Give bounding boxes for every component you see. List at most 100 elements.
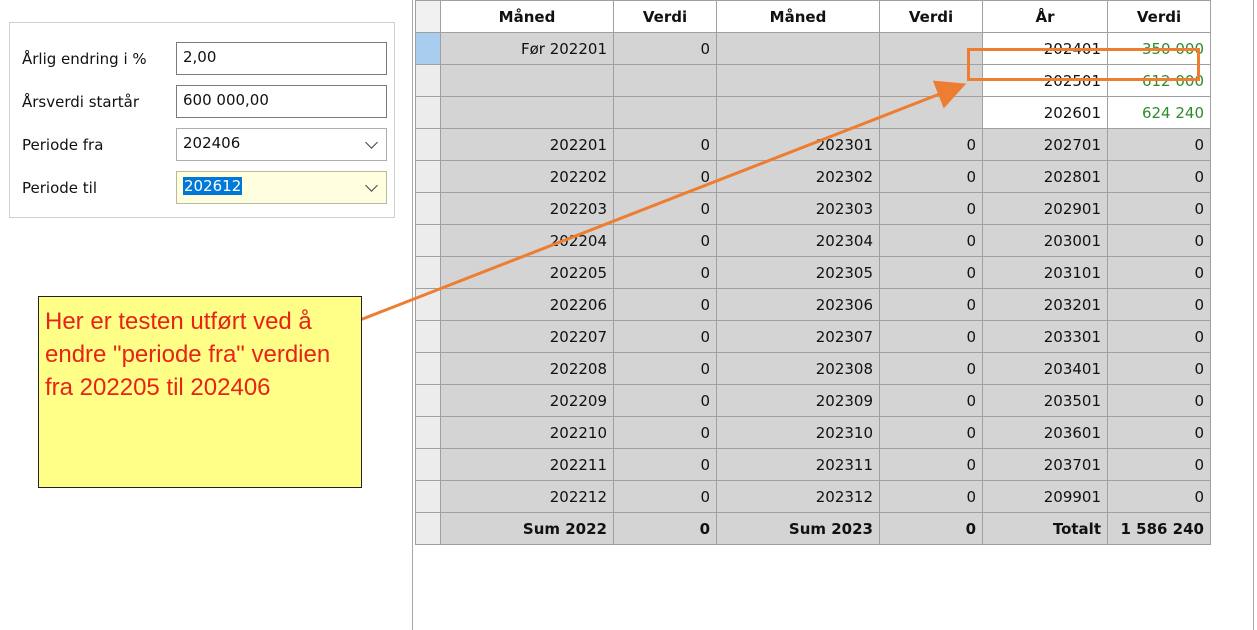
cell-value-1[interactable]: 0 <box>613 480 717 513</box>
cell-value-1[interactable]: 0 <box>613 192 717 225</box>
cell-value-3[interactable]: 0 <box>1107 384 1211 417</box>
cell-month-2[interactable]: 202301 <box>716 128 880 161</box>
cell-value-3[interactable]: 0 <box>1107 192 1211 225</box>
table-row[interactable]: 202202 0 202302 0 202801 0 <box>415 160 1211 193</box>
cell-value-2[interactable]: 0 <box>879 320 983 353</box>
cell-value-3[interactable]: 0 <box>1107 128 1211 161</box>
cell-month-2[interactable]: 202310 <box>716 416 880 449</box>
cell-month-2[interactable]: 202308 <box>716 352 880 385</box>
cell-month-1[interactable] <box>440 64 614 97</box>
row-header[interactable] <box>415 384 441 417</box>
cell-month-1[interactable]: 202205 <box>440 256 614 289</box>
cell-month-2[interactable]: 202305 <box>716 256 880 289</box>
cell-month-1[interactable]: 202209 <box>440 384 614 417</box>
table-row[interactable]: 202601 624 240 <box>415 96 1211 129</box>
cell-month-1[interactable] <box>440 96 614 129</box>
row-header[interactable] <box>415 288 441 321</box>
cell-month-1[interactable]: 202203 <box>440 192 614 225</box>
row-header[interactable] <box>415 64 441 97</box>
table-row[interactable]: 202206 0 202306 0 203201 0 <box>415 288 1211 321</box>
cell-year[interactable]: 202701 <box>982 128 1108 161</box>
period-from-select[interactable]: 202406 <box>176 128 387 161</box>
cell-value-3[interactable]: 0 <box>1107 480 1211 513</box>
cell-year[interactable]: 203601 <box>982 416 1108 449</box>
cell-month-1[interactable]: 202206 <box>440 288 614 321</box>
cell-value-3[interactable]: 0 <box>1107 256 1211 289</box>
cell-value-3[interactable]: 0 <box>1107 448 1211 481</box>
cell-value-1[interactable]: 0 <box>613 224 717 257</box>
cell-value-2[interactable]: 0 <box>879 384 983 417</box>
cell-month-2[interactable] <box>716 32 880 65</box>
cell-month-2[interactable]: 202302 <box>716 160 880 193</box>
cell-month-2[interactable] <box>716 64 880 97</box>
cell-month-2[interactable] <box>716 96 880 129</box>
data-grid[interactable]: Måned Verdi Måned Verdi År Verdi Før 202… <box>415 0 1211 545</box>
cell-value-2[interactable]: 0 <box>879 288 983 321</box>
cell-value-2[interactable] <box>879 96 983 129</box>
table-row[interactable]: 202209 0 202309 0 203501 0 <box>415 384 1211 417</box>
cell-value-2[interactable]: 0 <box>879 192 983 225</box>
col-header-month-1[interactable]: Måned <box>440 0 614 33</box>
cell-month-1[interactable]: 202208 <box>440 352 614 385</box>
cell-month-1[interactable]: 202210 <box>440 416 614 449</box>
row-header[interactable] <box>415 32 441 65</box>
cell-month-1[interactable]: 202202 <box>440 160 614 193</box>
cell-value-2[interactable]: 0 <box>879 128 983 161</box>
table-row[interactable]: 202212 0 202312 0 209901 0 <box>415 480 1211 513</box>
cell-year[interactable]: 209901 <box>982 480 1108 513</box>
period-to-select[interactable]: 202612 <box>176 171 387 204</box>
row-header[interactable] <box>415 416 441 449</box>
cell-value-2[interactable]: 0 <box>879 256 983 289</box>
col-header-year[interactable]: År <box>982 0 1108 33</box>
cell-value-1[interactable] <box>613 96 717 129</box>
row-header[interactable] <box>415 448 441 481</box>
cell-value-3[interactable]: 624 240 <box>1107 96 1211 129</box>
cell-value-1[interactable]: 0 <box>613 448 717 481</box>
table-row[interactable]: 202211 0 202311 0 203701 0 <box>415 448 1211 481</box>
cell-month-2[interactable]: 202307 <box>716 320 880 353</box>
cell-value-1[interactable]: 0 <box>613 416 717 449</box>
col-header-month-2[interactable]: Måned <box>716 0 880 33</box>
cell-value-3[interactable]: 0 <box>1107 288 1211 321</box>
cell-value-3[interactable]: 0 <box>1107 320 1211 353</box>
cell-month-1[interactable]: 202204 <box>440 224 614 257</box>
table-row[interactable]: 202208 0 202308 0 203401 0 <box>415 352 1211 385</box>
cell-year[interactable]: 203001 <box>982 224 1108 257</box>
cell-value-1[interactable] <box>613 64 717 97</box>
row-header[interactable] <box>415 352 441 385</box>
cell-value-3[interactable]: 0 <box>1107 224 1211 257</box>
cell-year[interactable]: 203101 <box>982 256 1108 289</box>
cell-month-1[interactable]: Før 202201 <box>440 32 614 65</box>
annual-change-input[interactable]: 2,00 <box>176 42 387 75</box>
cell-year[interactable]: 202801 <box>982 160 1108 193</box>
cell-month-1[interactable]: 202211 <box>440 448 614 481</box>
cell-value-1[interactable]: 0 <box>613 384 717 417</box>
cell-value-3[interactable]: 0 <box>1107 160 1211 193</box>
cell-year[interactable]: 203201 <box>982 288 1108 321</box>
row-header[interactable] <box>415 512 441 545</box>
table-row[interactable]: 202201 0 202301 0 202701 0 <box>415 128 1211 161</box>
cell-value-2[interactable]: 0 <box>879 448 983 481</box>
row-header[interactable] <box>415 320 441 353</box>
row-header[interactable] <box>415 192 441 225</box>
cell-value-3[interactable]: 0 <box>1107 416 1211 449</box>
cell-month-2[interactable]: 202306 <box>716 288 880 321</box>
cell-value-3[interactable]: 0 <box>1107 352 1211 385</box>
table-row[interactable]: 202210 0 202310 0 203601 0 <box>415 416 1211 449</box>
cell-month-1[interactable]: 202201 <box>440 128 614 161</box>
cell-month-2[interactable]: 202309 <box>716 384 880 417</box>
cell-month-2[interactable]: 202311 <box>716 448 880 481</box>
table-row[interactable]: 202205 0 202305 0 203101 0 <box>415 256 1211 289</box>
row-header[interactable] <box>415 160 441 193</box>
row-header[interactable] <box>415 96 441 129</box>
cell-value-2[interactable]: 0 <box>879 160 983 193</box>
cell-value-1[interactable]: 0 <box>613 160 717 193</box>
cell-month-2[interactable]: 202312 <box>716 480 880 513</box>
chevron-down-icon[interactable] <box>365 136 378 149</box>
cell-value-2[interactable]: 0 <box>879 480 983 513</box>
chevron-down-icon[interactable] <box>365 179 378 192</box>
cell-month-1[interactable]: 202212 <box>440 480 614 513</box>
cell-value-1[interactable]: 0 <box>613 128 717 161</box>
row-header[interactable] <box>415 480 441 513</box>
cell-year[interactable]: 202601 <box>982 96 1108 129</box>
